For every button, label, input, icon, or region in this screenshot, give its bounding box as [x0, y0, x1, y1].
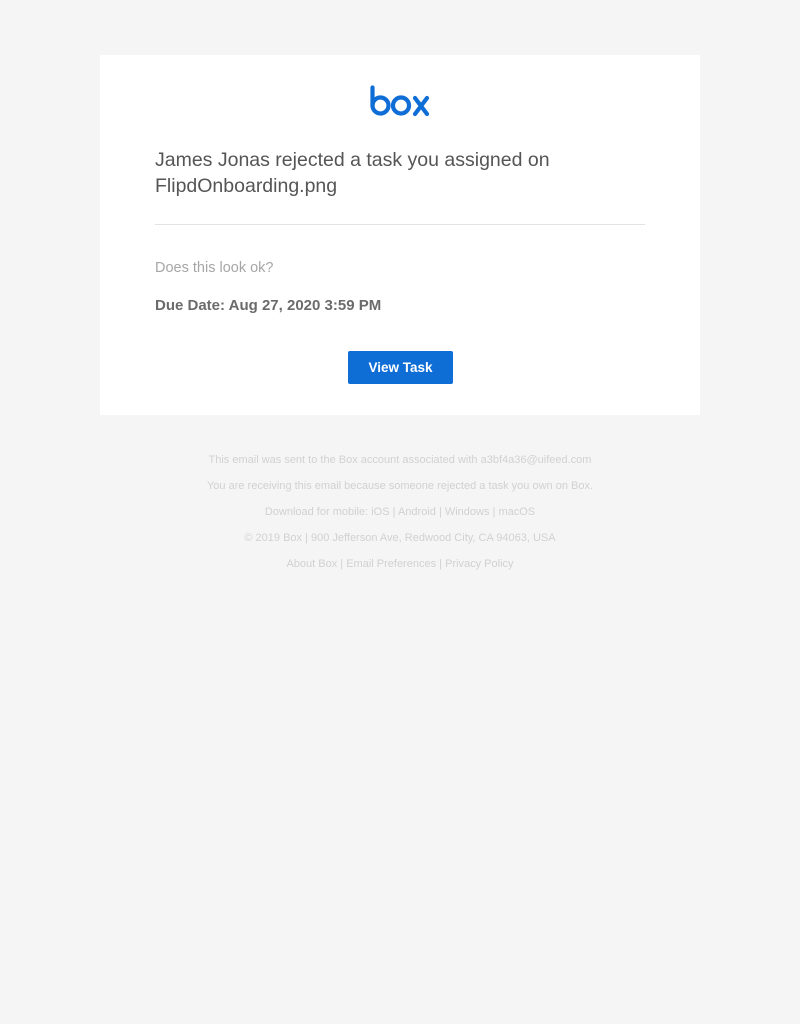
separator: | [392, 506, 396, 518]
divider [155, 224, 645, 225]
footer-sent-to: This email was sent to the Box account a… [0, 450, 800, 476]
box-logo [370, 85, 430, 117]
view-task-button[interactable]: View Task [348, 351, 453, 384]
footer-copyright: © 2019 Box | 900 Jefferson Ave, Redwood … [244, 532, 556, 544]
download-ios-link[interactable]: iOS [371, 506, 389, 518]
notification-headline: James Jonas rejected a task you assigned… [155, 149, 550, 197]
email-card: James Jonas rejected a task you assigned… [100, 55, 700, 415]
email-footer: This email was sent to the Box account a… [0, 450, 800, 580]
email-preferences-link[interactable]: Email Preferences [346, 558, 436, 570]
privacy-policy-link[interactable]: Privacy Policy [445, 558, 513, 570]
separator: | [492, 506, 496, 518]
due-date-label: Due Date: [155, 297, 226, 314]
review-question: Does this look ok? [155, 260, 274, 276]
separator: | [439, 558, 442, 570]
footer-email-link[interactable]: a3bf4a36@uifeed.com [481, 454, 592, 466]
footer-download-label: Download for mobile: [264, 506, 369, 518]
footer-download: Download for mobile: iOS | Android | Win… [0, 502, 800, 528]
due-date-value: Aug 27, 2020 3:59 PM [228, 297, 382, 314]
box-logo-icon [370, 85, 430, 117]
download-android-link[interactable]: Android [398, 506, 436, 518]
footer-sent-to-text: This email was sent to the Box account a… [208, 454, 478, 466]
footer-links: About Box | Email Preferences | Privacy … [0, 554, 800, 580]
about-box-link[interactable]: About Box [286, 558, 337, 570]
footer-reason: You are receiving this email because som… [206, 480, 594, 492]
download-macos-link[interactable]: macOS [498, 506, 535, 518]
separator: | [340, 558, 344, 570]
separator: | [438, 506, 442, 518]
due-date: Due Date: Aug 27, 2020 3:59 PM [155, 297, 381, 314]
download-windows-link[interactable]: Windows [445, 506, 490, 518]
